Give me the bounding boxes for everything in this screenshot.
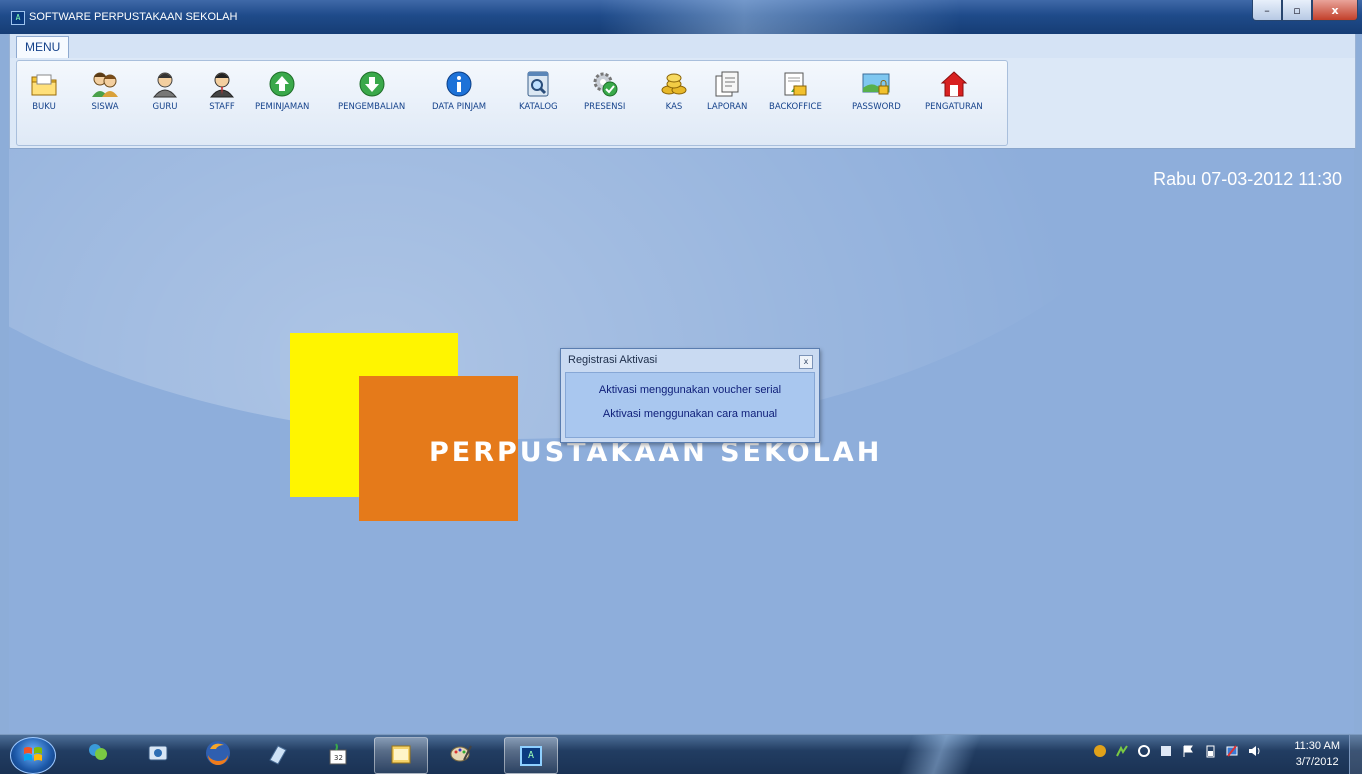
taskbar-firefox[interactable]: [192, 737, 244, 772]
show-desktop-button[interactable]: [1349, 735, 1362, 774]
staff-icon: [207, 69, 237, 99]
tool-staff[interactable]: STAFF: [207, 69, 237, 112]
tool-siswa[interactable]: SISWA: [90, 69, 120, 112]
calendar-icon: 32: [325, 742, 351, 768]
tool-label: PENGATURAN: [925, 102, 983, 112]
tool-label: GURU: [152, 102, 178, 112]
activation-dialog: Registrasi Aktivasi x Aktivasi menggunak…: [560, 348, 820, 443]
dialog-title: Registrasi Aktivasi: [568, 354, 658, 366]
info-icon: [444, 69, 474, 99]
students-icon: [90, 69, 120, 99]
tool-label: DATA PINJAM: [432, 102, 487, 112]
manual-activation-link[interactable]: Aktivasi menggunakan cara manual: [566, 408, 814, 420]
network-icon[interactable]: [1224, 743, 1240, 759]
minimize-button[interactable]: –: [1252, 0, 1282, 21]
home-settings-icon: [939, 69, 969, 99]
dialog-options-panel: Aktivasi menggunakan voucher serial Akti…: [565, 372, 815, 438]
tool-data-pinjam[interactable]: DATA PINJAM: [432, 69, 486, 112]
app-icon: A: [11, 11, 25, 25]
clock-time: 11:30 AM: [1294, 740, 1340, 752]
ribbon-tab-strip: MENU: [9, 34, 1356, 58]
tool-peminjaman[interactable]: PEMINJAMAN: [255, 69, 309, 112]
tool-label: BUKU: [32, 102, 56, 112]
window-title-bar[interactable]: A SOFTWARE PERPUSTAKAAN SEKOLAH – ▫ x: [0, 0, 1362, 34]
media-center-icon: [145, 740, 171, 770]
tool-katalog[interactable]: KATALOG: [519, 69, 558, 112]
tray-sync-icon[interactable]: [1114, 743, 1130, 759]
window-title: SOFTWARE PERPUSTAKAAN SEKOLAH: [29, 11, 238, 23]
battery-icon[interactable]: [1202, 743, 1218, 759]
tool-label: KAS: [665, 102, 683, 112]
tool-label: PASSWORD: [852, 102, 901, 112]
windows-logo-icon: [22, 743, 44, 769]
library-app-icon: A: [520, 745, 542, 766]
folder-icon: [29, 69, 59, 99]
tool-kas[interactable]: KAS: [659, 69, 689, 112]
tool-pengembalian[interactable]: PENGEMBALIAN: [338, 69, 405, 112]
catalog-search-icon: [523, 69, 553, 99]
date-time-display: Rabu 07-03-2012 11:30: [1153, 169, 1342, 189]
close-button[interactable]: x: [1312, 0, 1358, 21]
firefox-icon: [204, 739, 232, 771]
action-center-flag-icon[interactable]: [1180, 743, 1196, 759]
tool-label: STAFF: [209, 102, 235, 112]
dialog-close-button[interactable]: x: [799, 355, 813, 369]
tab-menu[interactable]: MENU: [16, 36, 70, 58]
tray-clock-app-icon[interactable]: [1136, 743, 1152, 759]
taskbar-calendar[interactable]: 32: [312, 737, 364, 772]
tool-label: PRESENSI: [584, 102, 626, 112]
notes-icon: [265, 740, 291, 770]
tool-backoffice[interactable]: BACKOFFICE: [769, 69, 822, 112]
file-explorer-icon: [388, 741, 414, 771]
tool-label: KATALOG: [519, 102, 558, 112]
attendance-gear-icon: [590, 69, 620, 99]
tool-pengaturan[interactable]: PENGATURAN: [925, 69, 983, 112]
messenger-icon: [85, 740, 111, 770]
backoffice-icon: [780, 69, 810, 99]
taskbar-explorer[interactable]: [374, 737, 428, 774]
taskbar-library-app[interactable]: A: [504, 737, 558, 774]
clock-date: 3/7/2012: [1295, 756, 1339, 768]
tool-presensi[interactable]: PRESENSI: [584, 69, 625, 112]
teacher-icon: [150, 69, 180, 99]
system-tray: [1092, 743, 1262, 759]
tool-laporan[interactable]: LAPORAN: [707, 69, 747, 112]
tool-label: LAPORAN: [707, 102, 748, 112]
taskbar-clock[interactable]: 11:30 AM 3/7/2012: [1294, 738, 1340, 770]
taskbar-media[interactable]: [132, 737, 184, 772]
taskbar-paint[interactable]: [435, 737, 487, 772]
start-button[interactable]: [10, 737, 56, 774]
tool-guru[interactable]: GURU: [150, 69, 180, 112]
taskbar-messenger[interactable]: [72, 737, 124, 772]
tray-window-icon[interactable]: [1158, 743, 1174, 759]
arrow-up-circle-icon: [267, 69, 297, 99]
paint-icon: [448, 740, 474, 770]
maximize-button[interactable]: ▫: [1282, 0, 1312, 21]
taskbar: 32 A 11:30 AM 3/7/2012: [0, 734, 1362, 774]
voucher-activation-link[interactable]: Aktivasi menggunakan voucher serial: [566, 384, 814, 396]
tool-password[interactable]: PASSWORD: [852, 69, 901, 112]
taskbar-notes[interactable]: [252, 737, 304, 772]
tool-label: PENGEMBALIAN: [338, 102, 406, 112]
menu-toolbar-group: BUKU SISWA GURU STAFF PEMINJAMAN PENGEMB…: [16, 60, 1008, 146]
tool-label: PEMINJAMAN: [255, 102, 310, 112]
arrow-down-circle-icon: [357, 69, 387, 99]
tray-app-icon[interactable]: [1092, 743, 1108, 759]
report-icon: [712, 69, 742, 99]
calendar-badge: 32: [334, 753, 343, 762]
tool-label: BACKOFFICE: [769, 102, 822, 112]
coins-icon: [659, 69, 689, 99]
tool-buku[interactable]: BUKU: [29, 69, 59, 112]
password-lock-icon: [861, 69, 891, 99]
ribbon: BUKU SISWA GURU STAFF PEMINJAMAN PENGEMB…: [9, 58, 1356, 149]
tool-label: SISWA: [91, 102, 119, 112]
volume-icon[interactable]: [1246, 743, 1262, 759]
